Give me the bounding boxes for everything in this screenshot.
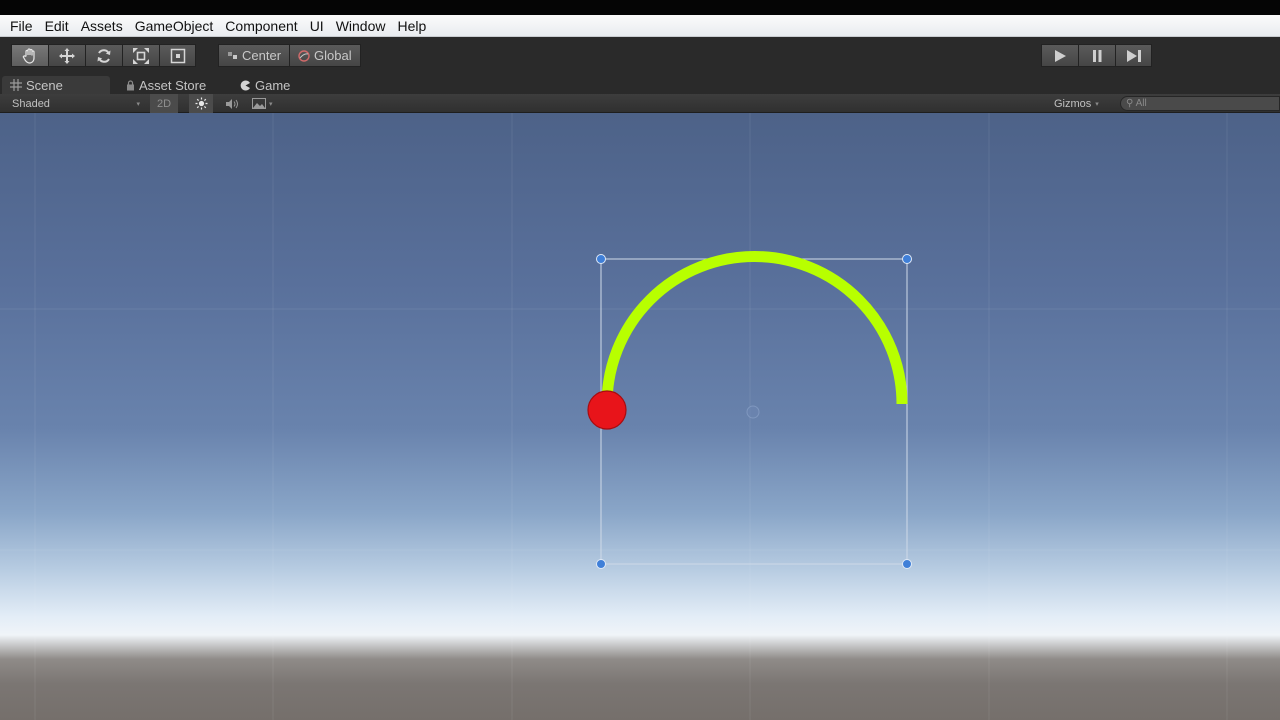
step-button[interactable] bbox=[1115, 44, 1152, 67]
pivot-handle[interactable] bbox=[746, 405, 760, 419]
scene-viewport[interactable] bbox=[0, 113, 1280, 720]
menu-help[interactable]: Help bbox=[391, 15, 432, 37]
menu-gameobject[interactable]: GameObject bbox=[129, 15, 220, 37]
transform-tools bbox=[11, 44, 196, 67]
corner-handle-top-left[interactable] bbox=[596, 254, 606, 264]
corner-handle-top-right[interactable] bbox=[902, 254, 912, 264]
hierarchy-search-input[interactable]: ⚲ All bbox=[1120, 96, 1280, 111]
tab-game-label: Game bbox=[255, 77, 291, 93]
move-tool-button[interactable] bbox=[48, 44, 85, 67]
mode-2d-label: 2D bbox=[156, 97, 172, 110]
pause-icon bbox=[1093, 49, 1102, 62]
corner-handle-bottom-left[interactable] bbox=[596, 559, 606, 569]
menu-window[interactable]: Window bbox=[330, 15, 392, 37]
rect-tool-button[interactable] bbox=[159, 44, 196, 67]
pivot-center-toggle[interactable]: Center bbox=[218, 44, 291, 67]
effects-dropdown[interactable]: ▾ bbox=[252, 94, 284, 113]
mode-2d-toggle[interactable]: 2D bbox=[150, 94, 178, 113]
scene-grid-icon bbox=[10, 79, 22, 91]
red-ball-sprite[interactable] bbox=[587, 390, 627, 430]
corner-handle-bottom-right[interactable] bbox=[902, 559, 912, 569]
green-arc-sprite[interactable] bbox=[601, 251, 908, 405]
step-icon bbox=[1126, 49, 1141, 62]
menu-bar: File Edit Assets GameObject Component UI… bbox=[0, 15, 1280, 37]
pause-button[interactable] bbox=[1078, 44, 1115, 67]
globe-icon bbox=[298, 49, 310, 62]
tab-asset-store-label: Asset Store bbox=[139, 77, 207, 93]
playback-controls bbox=[1041, 44, 1152, 67]
play-button[interactable] bbox=[1041, 44, 1078, 67]
draw-mode-dropdown[interactable]: Shaded ▾ bbox=[12, 94, 142, 113]
dropdown-arrow-icon: ▾ bbox=[136, 100, 140, 108]
menu-edit[interactable]: Edit bbox=[39, 15, 75, 37]
menu-component[interactable]: Component bbox=[219, 15, 303, 37]
menu-assets[interactable]: Assets bbox=[75, 15, 129, 37]
scale-tool-button[interactable] bbox=[122, 44, 159, 67]
search-placeholder: All bbox=[1135, 98, 1147, 109]
pivot-controls: Center Global bbox=[218, 44, 361, 67]
tab-game[interactable]: Game bbox=[232, 76, 298, 94]
tab-asset-store[interactable]: Asset Store bbox=[118, 76, 214, 94]
rect-transform-icon bbox=[170, 48, 185, 63]
play-icon bbox=[1055, 49, 1066, 62]
hand-tool-button[interactable] bbox=[11, 44, 48, 67]
tab-scene-label: Scene bbox=[26, 77, 63, 93]
image-effects-icon bbox=[252, 98, 266, 109]
scene-grid bbox=[0, 113, 1280, 720]
scene-canvas bbox=[0, 113, 1280, 720]
move-arrows-icon bbox=[59, 47, 75, 64]
pivot-label: Center bbox=[242, 48, 282, 63]
dropdown-arrow-icon: ▾ bbox=[1095, 100, 1099, 108]
search-icon: ⚲ bbox=[1126, 98, 1134, 109]
window-tab-bar: Scene Asset Store Game bbox=[0, 74, 1280, 94]
draw-mode-label: Shaded bbox=[12, 97, 50, 110]
audio-toggle[interactable] bbox=[222, 94, 242, 113]
pivot-center-icon bbox=[228, 52, 237, 59]
scale-icon bbox=[133, 47, 149, 64]
rotate-icon bbox=[97, 48, 111, 63]
main-toolbar: Center Global bbox=[0, 37, 1280, 74]
sun-icon bbox=[195, 97, 207, 110]
dropdown-arrow-icon: ▾ bbox=[269, 100, 273, 108]
space-label: Global bbox=[314, 48, 352, 63]
hand-icon bbox=[22, 47, 35, 64]
menu-file[interactable]: File bbox=[4, 15, 39, 37]
rotate-tool-button[interactable] bbox=[85, 44, 122, 67]
gizmos-label: Gizmos bbox=[1054, 97, 1092, 110]
lock-icon bbox=[127, 79, 134, 90]
speaker-icon bbox=[225, 98, 238, 109]
lighting-toggle[interactable] bbox=[189, 94, 213, 113]
pivot-space-toggle[interactable]: Global bbox=[290, 44, 361, 67]
pacman-icon bbox=[240, 80, 250, 90]
window-top-bar bbox=[0, 0, 1280, 15]
tab-scene[interactable]: Scene bbox=[2, 76, 110, 94]
menu-ui[interactable]: UI bbox=[304, 15, 330, 37]
gizmos-dropdown[interactable]: Gizmos ▾ bbox=[1054, 94, 1099, 113]
scene-toolbar: Shaded ▾ 2D ▾ Gizmos ▾ ⚲ All bbox=[0, 94, 1280, 113]
